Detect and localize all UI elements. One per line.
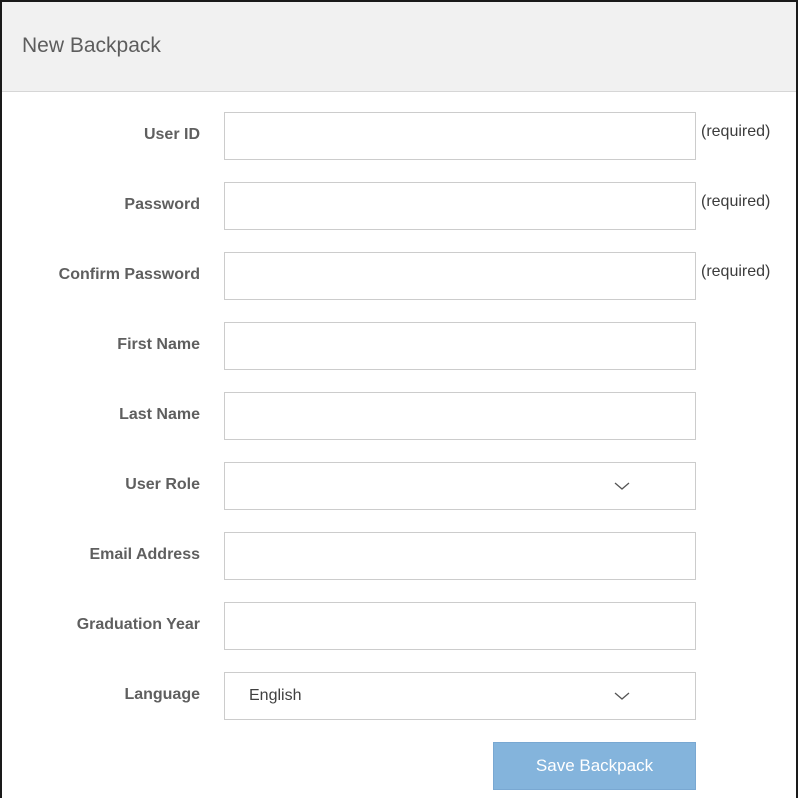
last-name-input[interactable] [224,392,696,440]
confirm-password-label: Confirm Password [58,266,200,283]
user-id-row: User ID (required) [2,112,798,160]
page-title: New Backpack [22,34,161,57]
user-id-input[interactable] [224,112,696,160]
language-row: Language English [2,672,798,720]
user-id-required-note: (required) [701,123,771,140]
user-id-label: User ID [143,126,200,143]
password-required-note: (required) [701,193,771,210]
password-label: Password [124,196,200,213]
last-name-row: Last Name [2,392,798,440]
user-role-label: User Role [125,476,200,493]
graduation-year-input[interactable] [224,602,696,650]
graduation-year-label: Graduation Year [76,616,200,633]
confirm-password-input[interactable] [224,252,696,300]
last-name-label: Last Name [119,406,200,423]
password-input[interactable] [224,182,696,230]
chevron-down-icon [614,692,630,700]
user-role-select[interactable] [224,462,696,510]
language-selected-value: English [249,687,302,704]
first-name-label: First Name [117,336,200,353]
password-row: Password (required) [2,182,798,230]
save-backpack-button[interactable]: Save Backpack [493,742,696,790]
confirm-password-row: Confirm Password (required) [2,252,798,300]
email-address-label: Email Address [89,546,200,563]
panel-header: New Backpack [2,2,796,92]
new-backpack-panel: New Backpack User ID (required) Password… [0,0,798,798]
chevron-down-icon [614,482,630,490]
graduation-year-row: Graduation Year [2,602,798,650]
language-label: Language [124,686,200,703]
email-address-input[interactable] [224,532,696,580]
confirm-password-required-note: (required) [701,263,771,280]
email-address-row: Email Address [2,532,798,580]
first-name-row: First Name [2,322,798,370]
user-role-row: User Role [2,462,798,510]
language-select[interactable]: English [224,672,696,720]
first-name-input[interactable] [224,322,696,370]
